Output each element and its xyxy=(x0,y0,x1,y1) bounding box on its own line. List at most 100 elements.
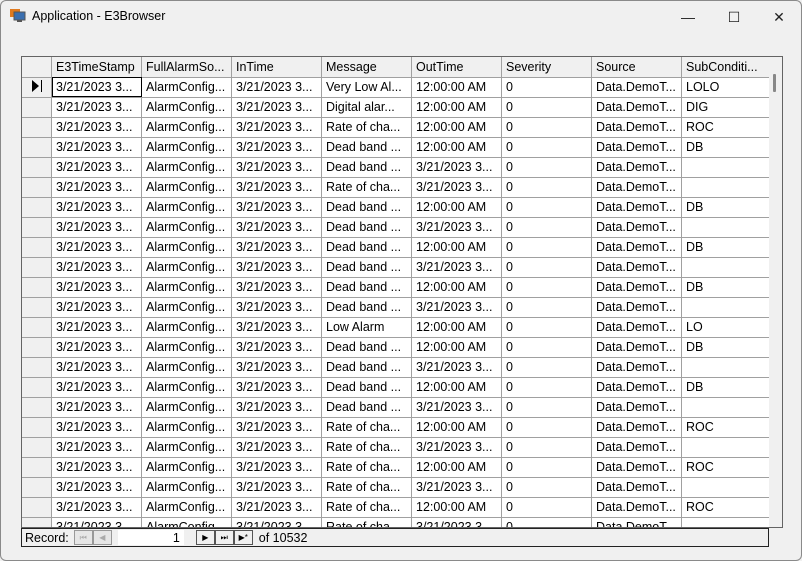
table-cell[interactable]: Dead band ... xyxy=(321,197,412,218)
table-cell[interactable]: 3/21/2023 3... xyxy=(231,257,322,278)
table-cell[interactable]: Data.DemoT... xyxy=(591,337,682,358)
table-row[interactable]: 3/21/2023 3... AlarmConfig... 3/21/2023 3.… xyxy=(22,177,772,198)
table-cell[interactable]: 3/21/2023 3... xyxy=(51,257,142,278)
table-cell[interactable]: AlarmConfig... xyxy=(141,497,232,518)
table-cell[interactable]: DIG xyxy=(681,97,772,118)
table-cell[interactable]: Rate of cha... xyxy=(321,497,412,518)
row-selector[interactable] xyxy=(22,337,52,358)
table-cell[interactable]: Rate of cha... xyxy=(321,457,412,478)
previous-record-button[interactable]: ◀ xyxy=(92,530,112,545)
table-row[interactable]: 3/21/2023 3... AlarmConfig... 3/21/2023 3.… xyxy=(22,237,772,258)
table-cell[interactable]: Dead band ... xyxy=(321,357,412,378)
table-cell[interactable]: 0 xyxy=(501,497,592,518)
table-cell[interactable]: 3/21/2023 3... xyxy=(51,297,142,318)
table-cell[interactable]: Dead band ... xyxy=(321,137,412,158)
table-cell[interactable]: 3/21/2023 3... xyxy=(231,97,322,118)
table-row[interactable]: 3/21/2023 3... AlarmConfig... 3/21/2023 3.… xyxy=(22,97,772,118)
table-cell[interactable] xyxy=(681,157,772,178)
table-cell[interactable]: 12:00:00 AM xyxy=(411,337,502,358)
table-cell[interactable]: DB xyxy=(681,377,772,398)
table-cell[interactable]: 3/21/2023 3... xyxy=(51,517,142,527)
table-cell[interactable] xyxy=(681,357,772,378)
table-cell[interactable]: 12:00:00 AM xyxy=(411,197,502,218)
table-cell[interactable]: 3/21/2023 3... xyxy=(231,357,322,378)
table-cell[interactable]: Data.DemoT... xyxy=(591,397,682,418)
table-row[interactable]: 3/21/2023 3... AlarmConfig... 3/21/2023 3.… xyxy=(22,497,772,518)
table-cell[interactable]: Rate of cha... xyxy=(321,477,412,498)
row-selector[interactable] xyxy=(22,237,52,258)
table-cell[interactable]: 3/21/2023 3... xyxy=(411,437,502,458)
row-selector[interactable] xyxy=(22,257,52,278)
table-cell[interactable]: 3/21/2023 3... xyxy=(51,457,142,478)
table-cell[interactable]: AlarmConfig... xyxy=(141,377,232,398)
row-selector[interactable] xyxy=(22,377,52,398)
table-cell[interactable]: ROC xyxy=(681,417,772,438)
last-record-button[interactable]: ⏭ xyxy=(214,530,234,545)
table-cell[interactable]: AlarmConfig... xyxy=(141,417,232,438)
table-cell[interactable]: Data.DemoT... xyxy=(591,297,682,318)
table-cell[interactable]: AlarmConfig... xyxy=(141,457,232,478)
column-header[interactable]: Severity xyxy=(501,57,592,78)
table-cell[interactable]: 3/21/2023 3... xyxy=(231,157,322,178)
table-cell[interactable]: 0 xyxy=(501,197,592,218)
table-cell[interactable]: 3/21/2023 3... xyxy=(411,477,502,498)
table-cell[interactable]: 3/21/2023 3... xyxy=(51,237,142,258)
table-cell[interactable]: Data.DemoT... xyxy=(591,457,682,478)
table-cell[interactable]: 3/21/2023 3... xyxy=(231,377,322,398)
table-cell[interactable]: 12:00:00 AM xyxy=(411,77,502,98)
row-selector[interactable] xyxy=(22,157,52,178)
table-cell[interactable]: 0 xyxy=(501,397,592,418)
table-cell[interactable]: 3/21/2023 3... xyxy=(231,477,322,498)
row-selector[interactable] xyxy=(22,357,52,378)
table-cell[interactable]: 0 xyxy=(501,97,592,118)
table-row[interactable]: 3/21/2023 3... AlarmConfig... 3/21/2023 3.… xyxy=(22,377,772,398)
table-cell[interactable]: 3/21/2023 3... xyxy=(411,397,502,418)
table-cell[interactable]: 12:00:00 AM xyxy=(411,497,502,518)
table-cell[interactable]: AlarmConfig... xyxy=(141,157,232,178)
row-selector[interactable] xyxy=(22,117,52,138)
table-cell[interactable]: Dead band ... xyxy=(321,297,412,318)
table-cell[interactable]: 3/21/2023 3... xyxy=(411,157,502,178)
table-cell[interactable]: Dead band ... xyxy=(321,377,412,398)
table-cell[interactable]: Data.DemoT... xyxy=(591,377,682,398)
table-cell[interactable]: Rate of cha... xyxy=(321,177,412,198)
table-cell[interactable]: Data.DemoT... xyxy=(591,277,682,298)
table-cell[interactable]: 3/21/2023 3... xyxy=(51,497,142,518)
row-selector[interactable] xyxy=(22,317,52,338)
table-cell[interactable]: 0 xyxy=(501,477,592,498)
table-cell[interactable]: 0 xyxy=(501,77,592,98)
table-cell[interactable]: 3/21/2023 3... xyxy=(231,137,322,158)
table-cell[interactable]: DB xyxy=(681,337,772,358)
table-cell[interactable]: Data.DemoT... xyxy=(591,237,682,258)
column-header[interactable]: OutTime xyxy=(411,57,502,78)
table-cell[interactable]: 0 xyxy=(501,317,592,338)
table-cell[interactable]: Data.DemoT... xyxy=(591,497,682,518)
table-cell[interactable]: Dead band ... xyxy=(321,157,412,178)
table-cell[interactable]: AlarmConfig... xyxy=(141,197,232,218)
table-cell[interactable]: 3/21/2023 3... xyxy=(51,197,142,218)
table-cell[interactable] xyxy=(681,177,772,198)
table-cell[interactable]: AlarmConfig... xyxy=(141,277,232,298)
table-cell[interactable]: 3/21/2023 3... xyxy=(411,517,502,527)
table-cell[interactable]: AlarmConfig... xyxy=(141,397,232,418)
table-cell[interactable]: LOLO xyxy=(681,77,772,98)
row-selector[interactable] xyxy=(22,497,52,518)
table-cell[interactable]: 3/21/2023 3... xyxy=(51,217,142,238)
column-header[interactable]: FullAlarmSo... xyxy=(141,57,232,78)
table-cell[interactable]: Rate of cha... xyxy=(321,417,412,438)
table-cell[interactable]: AlarmConfig... xyxy=(141,357,232,378)
table-cell[interactable]: AlarmConfig... xyxy=(141,477,232,498)
table-cell[interactable]: AlarmConfig... xyxy=(141,317,232,338)
table-cell[interactable]: DB xyxy=(681,137,772,158)
table-cell[interactable]: AlarmConfig... xyxy=(141,297,232,318)
table-cell[interactable]: DB xyxy=(681,237,772,258)
table-cell[interactable]: Data.DemoT... xyxy=(591,317,682,338)
row-selector[interactable] xyxy=(22,137,52,158)
table-cell[interactable]: DB xyxy=(681,197,772,218)
table-cell[interactable]: 0 xyxy=(501,117,592,138)
row-selector[interactable] xyxy=(22,297,52,318)
table-cell[interactable]: 3/21/2023 3... xyxy=(231,177,322,198)
table-cell[interactable]: 3/21/2023 3... xyxy=(51,477,142,498)
table-row[interactable]: 3/21/2023 3... AlarmConfig... 3/21/2023 3.… xyxy=(22,357,772,378)
table-cell[interactable]: 12:00:00 AM xyxy=(411,237,502,258)
